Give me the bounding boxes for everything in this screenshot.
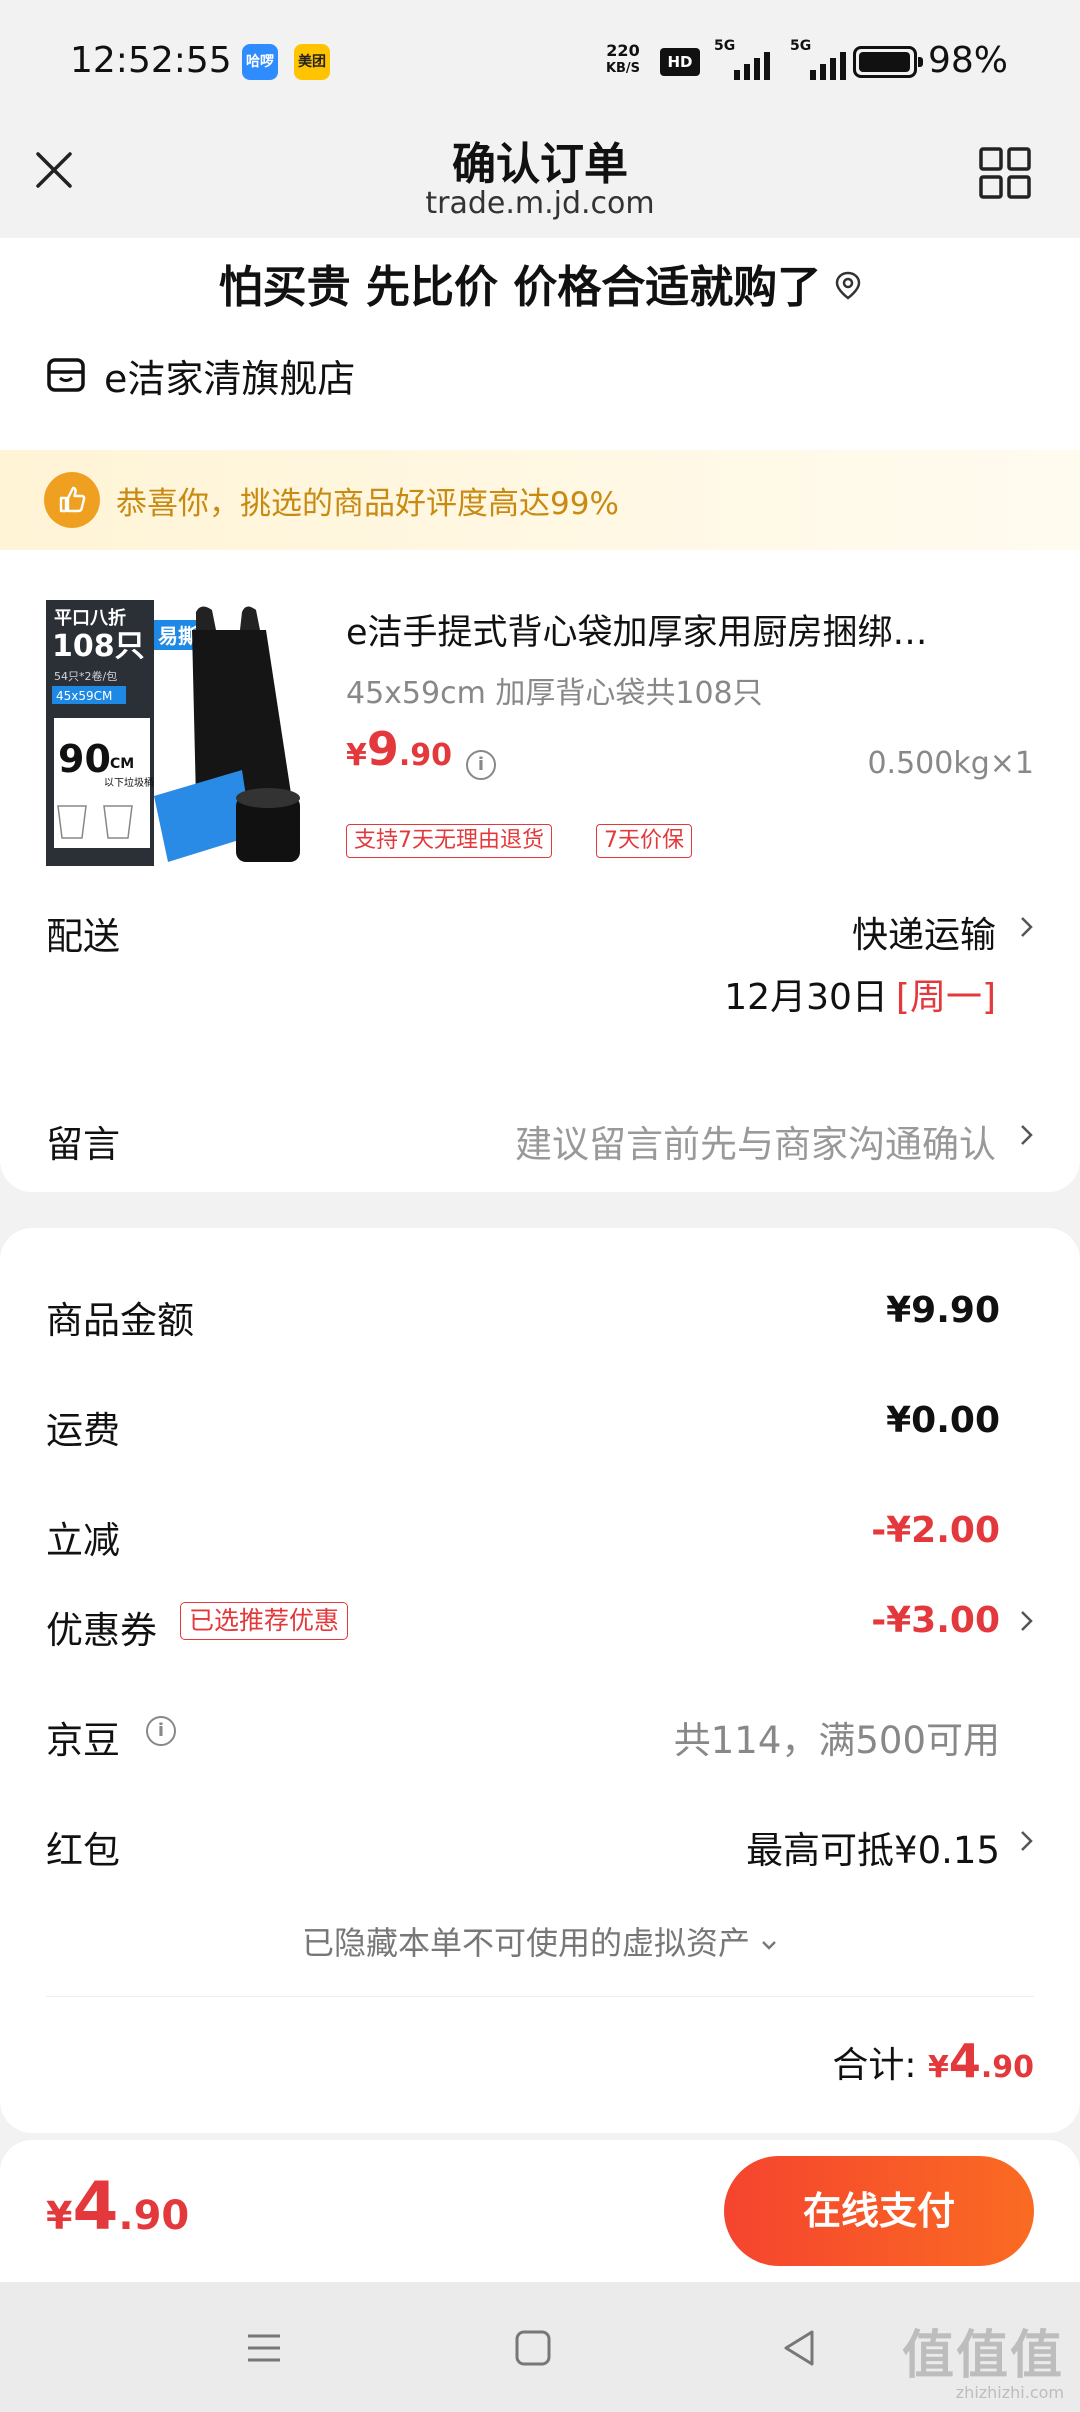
- order-total: 合计: ¥4.90: [832, 2034, 1034, 2088]
- system-nav-bar: 值值值 zhizhizhi.com: [0, 2282, 1080, 2412]
- image-badge-line2: 108只: [52, 629, 145, 664]
- page-title: 确认订单: [452, 139, 628, 190]
- nav-header: 确认订单 trade.m.jd.com: [0, 120, 1080, 238]
- battery-percent: 98%: [928, 40, 1009, 81]
- image-big-size: 90: [58, 737, 111, 781]
- hidden-assets-text: 已隐藏本单不可使用的虚拟资产: [301, 1924, 750, 1962]
- image-badge-line1: 平口八折: [54, 607, 126, 629]
- image-size-line: 54只*2卷/包: [54, 669, 117, 683]
- pay-amount: ¥4.90: [46, 2168, 189, 2245]
- page-url: trade.m.jd.com: [425, 186, 655, 221]
- signal-label: 5G: [790, 38, 812, 54]
- image-big-unit: CM: [110, 756, 134, 772]
- image-below-text: 以下垃圾桶: [104, 776, 154, 789]
- memo-label: 留言: [46, 1123, 120, 1166]
- pay-online-button[interactable]: 在线支付: [724, 2156, 1034, 2266]
- goods-amount-label: 商品金额: [46, 1299, 194, 1342]
- thumbs-up-icon: [44, 472, 100, 528]
- shop-name: e洁家清旗舰店: [104, 356, 356, 401]
- location-pin-icon: [836, 271, 861, 300]
- watermark-sub: zhizhizhi.com: [955, 2383, 1064, 2402]
- total-integer: 4: [948, 2034, 981, 2088]
- delivery-date[interactable]: 12月30日 [周一]: [724, 968, 996, 1020]
- watermark-main: 值值值: [901, 2326, 1064, 2386]
- total-amount: ¥4.90: [927, 2034, 1034, 2088]
- divider: [46, 1996, 1034, 1997]
- rating-text: 恭喜你，挑选的商品好评度高达99%: [116, 485, 619, 522]
- delivery-method[interactable]: 快递运输: [852, 906, 996, 958]
- coupon-recommended-tag: 已选推荐优惠: [180, 1602, 349, 1640]
- coupon-label: 优惠券: [46, 1609, 157, 1652]
- grid-icon[interactable]: [978, 146, 1032, 200]
- meituan-app-icon: 美团: [294, 44, 330, 80]
- discount-value: -¥2.00: [871, 1510, 1000, 1551]
- chevron-right-icon[interactable]: [1018, 1826, 1036, 1856]
- shipping-label: 运费: [46, 1409, 120, 1452]
- pay-decimal: .90: [118, 2193, 190, 2239]
- rating-banner: 恭喜你，挑选的商品好评度高达99%: [0, 450, 1080, 550]
- battery-icon: [853, 46, 923, 78]
- hidden-assets-toggle[interactable]: 已隐藏本单不可使用的虚拟资产: [0, 1918, 1080, 1964]
- pay-integer: 4: [72, 2168, 119, 2245]
- product-spec: 45x59cm 加厚背心袋共108只: [346, 676, 763, 711]
- shipping-value: ¥0.00: [886, 1400, 1000, 1441]
- pay-bar: ¥4.90 在线支付: [0, 2140, 1080, 2282]
- slogan-text: 怕买贵 先比价 价格合适就购了: [218, 262, 822, 313]
- goods-amount-value: ¥9.90: [886, 1290, 1000, 1331]
- signal-label: 5G: [714, 38, 736, 54]
- chevron-right-icon[interactable]: [1018, 1120, 1036, 1150]
- jingdou-value: 共114，满500可用: [673, 1719, 1000, 1762]
- status-bar: 12:52:55 哈啰 美团 220 KB/S HD 5G 5G 98%: [0, 0, 1080, 120]
- order-card: e洁家清旗舰店 恭喜你，挑选的商品好评度高达99% 平口八折 108只 54只*…: [0, 338, 1080, 1192]
- delivery-label: 配送: [46, 915, 120, 958]
- product-price: ¥9.90: [346, 722, 452, 776]
- total-currency: ¥: [927, 2050, 949, 2085]
- product-weight-qty: 0.500kg×1: [867, 746, 1034, 781]
- home-icon[interactable]: [511, 2326, 555, 2370]
- watermark: 值值值 zhizhizhi.com: [902, 2328, 1064, 2402]
- slogan-banner: 怕买贵 先比价 价格合适就购了: [0, 238, 1080, 338]
- return-policy-tag: 支持7天无理由退货: [346, 824, 552, 858]
- red-packet-label: 红包: [46, 1829, 120, 1872]
- total-label: 合计:: [832, 2045, 917, 2086]
- battery-level: [859, 52, 910, 72]
- price-integer: 9: [366, 722, 399, 776]
- total-decimal: .90: [980, 2050, 1034, 2085]
- network-speed-unit: KB/S: [605, 61, 641, 76]
- chevron-right-icon[interactable]: [1018, 1606, 1036, 1636]
- red-packet-value[interactable]: 最高可抵¥0.15: [746, 1820, 1000, 1874]
- jingdou-label: 京豆: [46, 1719, 120, 1762]
- hd-icon: HD: [660, 48, 700, 76]
- delivery-date-text: 12月30日: [724, 977, 888, 1018]
- store-icon: [47, 358, 85, 392]
- jingdou-info-icon[interactable]: i: [146, 1716, 176, 1746]
- discount-label: 立减: [46, 1519, 120, 1562]
- price-currency: ¥: [346, 738, 367, 773]
- back-icon[interactable]: [778, 2326, 822, 2370]
- price-decimal: .90: [398, 738, 453, 773]
- image-tear-tag: 易撕: [158, 624, 198, 648]
- chevron-down-icon: [762, 1941, 776, 1950]
- product-image[interactable]: 平口八折 108只 54只*2卷/包 45x59CM 90 CM 以下垃圾桶 易…: [46, 600, 310, 866]
- price-summary-card: 商品金额 ¥9.90 运费 ¥0.00 立减 -¥2.00 优惠券 已选推荐优惠…: [0, 1228, 1080, 2133]
- memo-input[interactable]: 建议留言前先与商家沟通确认: [515, 1114, 996, 1168]
- status-time: 12:52:55: [70, 40, 232, 81]
- pay-currency: ¥: [46, 2194, 73, 2238]
- chevron-right-icon[interactable]: [1018, 912, 1036, 942]
- coupon-value[interactable]: -¥3.00: [871, 1600, 1000, 1641]
- recent-apps-icon[interactable]: [242, 2326, 286, 2370]
- price-info-icon[interactable]: i: [466, 750, 496, 780]
- price-protect-tag: 7天价保: [596, 824, 692, 858]
- delivery-weekday: [周一]: [895, 977, 996, 1018]
- network-speed-value: 220: [606, 41, 640, 60]
- image-size-box: 45x59CM: [56, 689, 112, 703]
- network-speed: 220 KB/S: [598, 42, 648, 78]
- hello-app-icon: 哈啰: [242, 44, 278, 80]
- product-title[interactable]: e洁手提式背心袋加厚家用厨房捆绑…: [346, 604, 1016, 655]
- shop-header[interactable]: e洁家清旗舰店: [46, 350, 356, 401]
